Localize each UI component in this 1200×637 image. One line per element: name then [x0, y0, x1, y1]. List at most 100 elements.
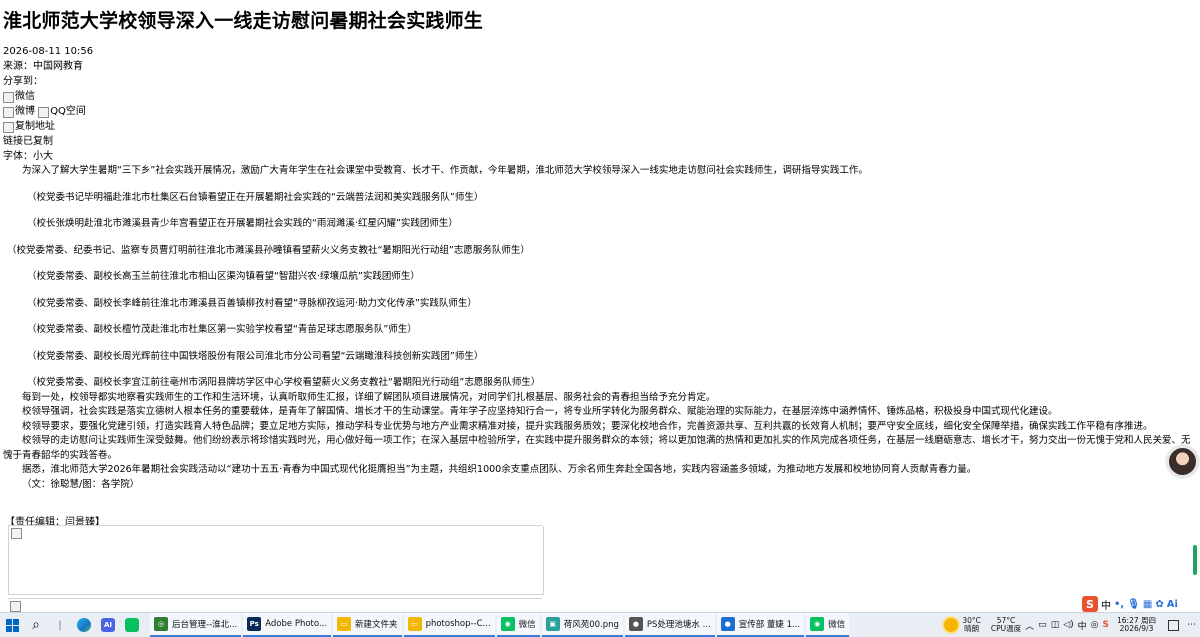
- edge-browser-icon[interactable]: [74, 615, 94, 635]
- notification-center-icon[interactable]: [1168, 619, 1179, 631]
- copy-link-alt: 复制地址: [15, 121, 55, 132]
- article-image-placeholder: [8, 526, 544, 595]
- taskbar-task[interactable]: Ps Adobe Photo...: [243, 613, 332, 637]
- security-icon[interactable]: ◎: [1091, 620, 1099, 630]
- app-icon: ▭: [407, 617, 422, 631]
- cpu-temp-widget[interactable]: 57°C CPU温度: [990, 616, 1022, 634]
- image-gap: [3, 364, 1198, 376]
- share-wechat-alt: 微信: [15, 91, 35, 102]
- copy-link-button[interactable]: 复制地址: [3, 119, 55, 134]
- taskbar-task[interactable]: ▭ 新建文件夹: [333, 613, 402, 637]
- photo-caption: （校党委书记毕明福赴淮北市杜集区石台镇看望正在开展暑期社会实践的“云端普法润和美…: [27, 191, 484, 203]
- image-gap: [3, 179, 1198, 191]
- tray-overflow-chevron-icon[interactable]: ︿: [1025, 619, 1034, 632]
- share-qzone-button[interactable]: QQ空间: [38, 104, 86, 119]
- display-icon[interactable]: ▭: [1038, 620, 1047, 630]
- taskbar-task-label: PS处理池塘水 ...: [646, 620, 711, 630]
- microphone-icon[interactable]: 🎙: [1127, 599, 1140, 610]
- article-paragraph: 校领导的走访慰问让实践师生深受鼓舞。他们纷纷表示将珍惜实践时光，用心做好每一项工…: [3, 435, 1191, 461]
- share-qzone-alt: QQ空间: [50, 106, 86, 117]
- show-desktop-icon[interactable]: ⋯: [1187, 620, 1196, 630]
- app-icon: ◎: [154, 617, 168, 631]
- app-icon: ▭: [337, 617, 352, 631]
- sun-icon[interactable]: [944, 618, 959, 632]
- photo-caption: （校党委常委、副校长周光辉前往中国铁塔股份有限公司淮北市分公司看望“云端瞰淮科技…: [27, 350, 484, 362]
- ime-toolbar[interactable]: S 中 •, 🎙 ▦ ✿ Ai: [1080, 595, 1180, 612]
- image-gap: [3, 205, 1198, 217]
- photo-caption: （校党委常委、副校长李峰前往淮北市濉溪县百善镇柳孜村看望“寻脉柳孜运河·助力文化…: [27, 297, 477, 309]
- link-copied-notice: 链接已复制: [3, 136, 53, 147]
- keyboard-icon[interactable]: ▦: [1143, 599, 1152, 610]
- broken-image-icon: [3, 122, 14, 133]
- sogou-tray-icon[interactable]: S: [1103, 620, 1109, 630]
- article-image-placeholder-2: [8, 598, 542, 612]
- system-tray: 30°C 晴朗 57°C CPU温度 ︿ ▭ ◫ ◁) 中 ◎ S 16:27 …: [944, 613, 1200, 637]
- taskbar-task-label: Adobe Photo...: [265, 619, 328, 629]
- skin-icon[interactable]: ✿: [1155, 599, 1163, 610]
- taskbar-task[interactable]: ◉ 微信: [806, 613, 850, 637]
- ime-ai-label[interactable]: Ai: [1167, 599, 1178, 610]
- broken-image-icon: [11, 528, 22, 539]
- taskbar-task-label: photoshop--C...: [425, 619, 491, 629]
- taskbar-task[interactable]: ● 宣传部 董婕 1...: [716, 613, 805, 637]
- share-label: 分享到：: [3, 76, 43, 87]
- app-icon: ●: [720, 617, 735, 631]
- ime-tray-icon[interactable]: 中: [1078, 619, 1087, 632]
- side-scroll-indicator: [1193, 545, 1197, 575]
- taskbar-task-label: 宣传部 董婕 1...: [738, 620, 801, 630]
- cpu-temp-label: CPU温度: [990, 624, 1022, 633]
- floating-assistant-avatar[interactable]: [1167, 446, 1198, 477]
- taskbar-task[interactable]: ◉ 微信: [496, 613, 540, 637]
- article-paragraph: 每到一处，校领导都实地察看实践师生的工作和生活环境，认真听取师生汇报，详细了解团…: [22, 391, 716, 403]
- taskbar-task-label: 微信: [518, 620, 536, 630]
- running-tasks: ◎ 后台管理--淮北... Ps Adobe Photo... ▭ 新建文件夹 ▭ photo…: [150, 613, 851, 637]
- app-icon: ●: [628, 617, 643, 631]
- article-paragraph: 为深入了解大学生暑期“三下乡”社会实践开展情况，激励广大青年学生在社会课堂中受教…: [22, 165, 868, 176]
- share-weibo-button[interactable]: 微博: [3, 104, 35, 119]
- image-gap: [3, 258, 1198, 270]
- share-wechat-button[interactable]: 微信: [3, 89, 35, 104]
- wechat-pinned-icon[interactable]: [122, 615, 142, 635]
- ai-app-icon[interactable]: AI: [98, 615, 118, 635]
- app-icon: ▣: [545, 617, 560, 631]
- network-icon[interactable]: ◫: [1051, 620, 1060, 630]
- source-line: 来源：中国网教育: [3, 61, 83, 72]
- article-page: 淮北师范大学校领导深入一线走访慰问暑期社会实践师生 2026-08-11 10:…: [0, 0, 1200, 612]
- punctuation-icon[interactable]: •,: [1114, 599, 1124, 610]
- volume-icon[interactable]: ◁): [1063, 620, 1073, 630]
- photo-caption: （校党委常委、副校长高玉兰前往淮北市相山区渠沟镇看望“智甜兴农·绿壤瓜航”实践团…: [27, 271, 420, 282]
- page-title: 淮北师范大学校领导深入一线走访慰问暑期社会实践师生: [3, 10, 484, 32]
- publish-datetime: 2026-08-11 10:56: [3, 46, 94, 57]
- broken-image-icon: [3, 107, 14, 118]
- taskbar-task[interactable]: ● PS处理池塘水 ...: [624, 613, 715, 637]
- photo-caption: （校党委常委、副校长檀竹茂赴淮北市杜集区第一实验学校看望“青苗足球志愿服务队”师…: [27, 324, 417, 335]
- weather-desc: 晴朗: [964, 624, 980, 633]
- taskbar-task[interactable]: ▣ 荷风苑00.png: [541, 613, 623, 637]
- article-paragraph: （文：徐聪慧/图：各学院）: [22, 478, 140, 490]
- taskbar-task[interactable]: ▭ photoshop--C...: [403, 613, 495, 637]
- font-size-control[interactable]: 字体：小大: [3, 149, 53, 164]
- photo-caption: （校党委常委、副校长李宜江前往亳州市涡阳县牌坊学区中心学校看望薪火义务支教社“暑…: [27, 377, 541, 388]
- app-icon: ◉: [810, 617, 825, 631]
- taskbar-task-label: 微信: [828, 620, 846, 630]
- clock[interactable]: 16:27 周四 2026/9/3: [1117, 616, 1156, 634]
- taskbar-task[interactable]: ◎ 后台管理--淮北...: [150, 613, 242, 637]
- taskbar-task-label: 后台管理--淮北...: [172, 620, 238, 630]
- image-gap: [3, 285, 1198, 297]
- search-icon[interactable]: ⌕: [26, 615, 46, 635]
- taskbar-task-label: 新建文件夹: [355, 620, 398, 630]
- article-body: 为深入了解大学生暑期“三下乡”社会实践开展情况，激励广大青年学生在社会课堂中受教…: [3, 164, 1198, 492]
- share-weibo-alt: 微博: [15, 106, 35, 117]
- broken-image-icon: [38, 107, 50, 118]
- start-button[interactable]: [2, 615, 22, 635]
- image-gap: [3, 338, 1198, 350]
- weather-widget[interactable]: 30°C 晴朗: [962, 616, 981, 634]
- image-gap: [3, 311, 1198, 323]
- app-icon: Ps: [247, 617, 262, 631]
- broken-image-icon: [10, 601, 21, 612]
- article-paragraph: 据悉，淮北师范大学2026年暑期社会实践活动以“建功十五五·青春为中国式现代化挺…: [22, 464, 977, 475]
- article-paragraph: 校领导要求，要强化党建引领，打造实践育人特色品牌；要立足地方实际，推动学科专业优…: [22, 420, 1153, 432]
- sogou-ime-icon[interactable]: S: [1082, 596, 1098, 612]
- photo-caption: （校长张焕明赴淮北市濉溪县青少年宫看望正在开展暑期社会实践的“雨润濉溪·红星闪耀…: [27, 218, 458, 229]
- ime-language-indicator[interactable]: 中: [1101, 597, 1111, 612]
